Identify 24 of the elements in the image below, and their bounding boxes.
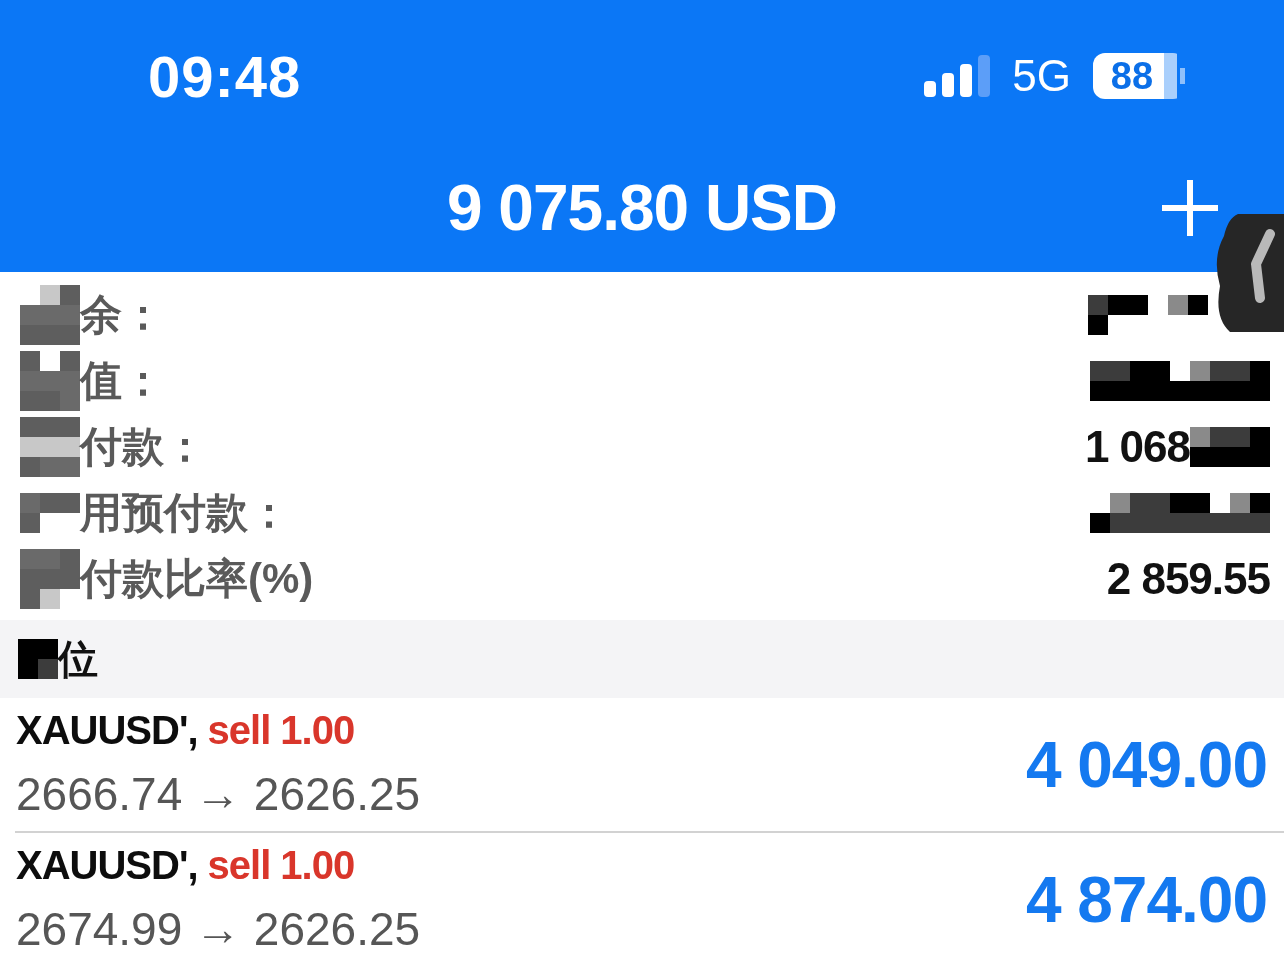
position-prices: 2674.99 → 2626.25 [16, 902, 421, 956]
position-profit: 4 049.00 [1025, 727, 1267, 802]
position-row[interactable]: XAUUSD', sell 1.00 2674.99 → 2626.25 4 874.00 [15, 831, 1284, 966]
position-profit: 4 874.00 [1025, 862, 1267, 937]
position-prices: 2666.74 → 2626.25 [16, 767, 421, 821]
section-title: 位 [58, 635, 98, 683]
position-symbol: XAUUSD', [16, 843, 198, 888]
account-value: 1 068 [1084, 422, 1190, 472]
account-label: 用预付款： [80, 488, 290, 538]
account-value: 2 859.55 [1106, 554, 1270, 604]
battery-indicator: 88 [1093, 53, 1185, 99]
network-label: 5G [1012, 51, 1071, 101]
account-label: 付款： [80, 422, 206, 472]
position-row[interactable]: XAUUSD', sell 1.00 2666.74 → 2626.25 4 049.00 [15, 698, 1284, 831]
signal-icon [924, 55, 991, 97]
status-time: 09:48 [148, 42, 302, 110]
balance-title: 9 075.80 USD [447, 171, 837, 245]
position-order: sell 1.00 [207, 708, 355, 753]
account-label: 付款比率(%) [80, 554, 314, 604]
position-order: sell 1.00 [207, 843, 355, 888]
account-label: 值： [80, 356, 164, 406]
account-label: 余： [80, 290, 164, 340]
plus-icon[interactable] [1162, 180, 1218, 236]
position-symbol: XAUUSD', [16, 708, 198, 753]
